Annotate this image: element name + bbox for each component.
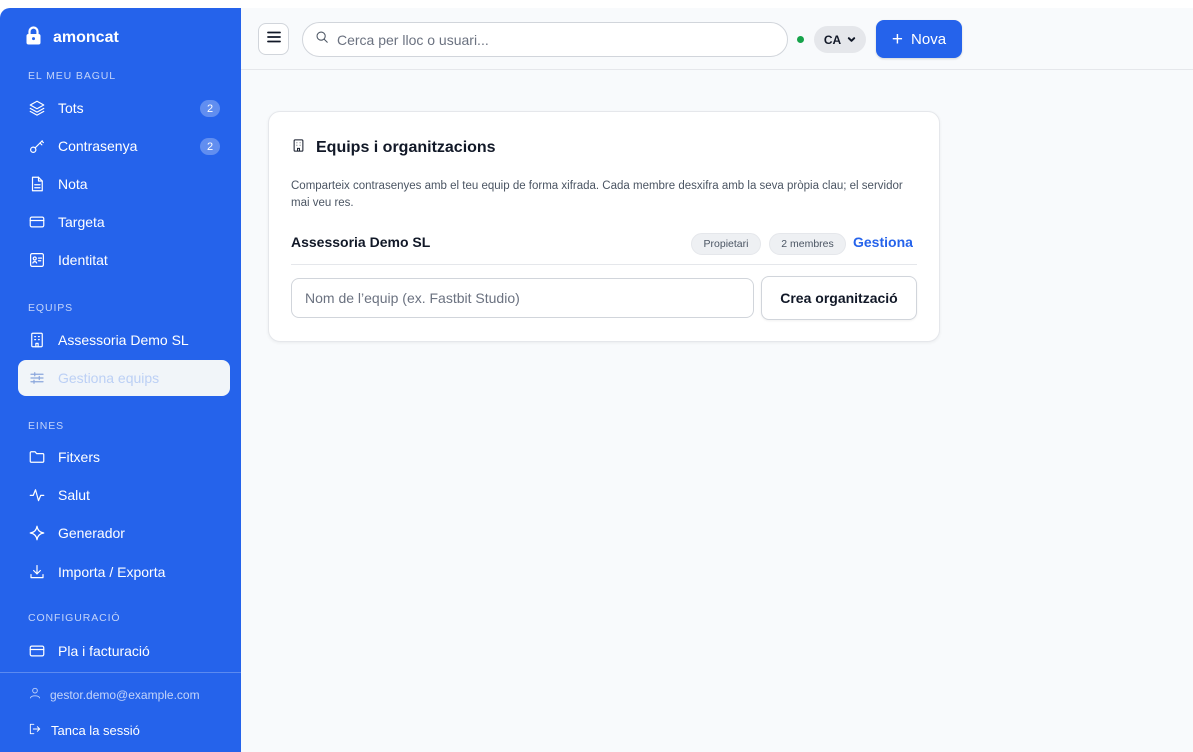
org-row: Assessoria Demo SL Propietari 2 membres …: [291, 230, 917, 265]
card-title: Equips i organitzacions: [291, 138, 496, 158]
sparkle-icon: [28, 524, 46, 542]
language-value: CA: [823, 32, 842, 47]
sidebar-item-identity[interactable]: Identitat: [18, 242, 230, 278]
note-icon: [28, 175, 46, 193]
sidebar-item-label: Targeta: [58, 214, 105, 230]
main-area: CA + Nova Equips i organitzacions Compar…: [241, 8, 1193, 752]
count-badge: 2: [200, 100, 220, 117]
sidebar-item-label: Gestiona equips: [58, 370, 160, 386]
building-icon: [291, 138, 306, 158]
count-badge: 2: [200, 138, 220, 155]
hamburger-icon: [266, 30, 281, 49]
plus-icon: +: [891, 28, 904, 50]
role-badge: Propietari: [691, 233, 761, 255]
manage-org-link[interactable]: Gestiona: [853, 234, 913, 250]
sidebar-item-label: Salut: [58, 487, 90, 503]
menu-toggle-button[interactable]: [258, 23, 289, 55]
org-name: Assessoria Demo SL: [291, 234, 431, 250]
user-email: gestor.demo@example.com: [28, 686, 200, 703]
lock-icon: [26, 26, 41, 50]
section-label-vault: EL MEU BAGUL: [28, 70, 117, 82]
create-organization-button[interactable]: Crea organització: [761, 276, 917, 320]
logout-button[interactable]: Tanca la sessió: [28, 722, 140, 739]
user-email-text: gestor.demo@example.com: [50, 687, 200, 702]
language-select[interactable]: CA: [814, 26, 866, 53]
sidebar-item-label: Assessoria Demo SL: [58, 332, 189, 348]
sidebar-item-label: Generador: [58, 525, 125, 541]
sidebar-divider: [0, 672, 241, 673]
sidebar-item-manage-teams[interactable]: Gestiona equips: [18, 360, 230, 396]
sidebar-item-all[interactable]: Tots 2: [18, 90, 230, 126]
connection-status-dot: [797, 36, 804, 43]
teams-card: Equips i organitzacions Comparteix contr…: [268, 111, 940, 342]
sidebar-item-note[interactable]: Nota: [18, 166, 230, 202]
sidebar-item-label: Pla i facturació: [58, 643, 150, 659]
section-label-teams: EQUIPS: [28, 302, 74, 314]
topbar: CA + Nova: [241, 8, 1193, 70]
members-badge: 2 membres: [769, 233, 846, 255]
search-bar[interactable]: [302, 22, 788, 57]
card-title-text: Equips i organitzacions: [316, 139, 496, 156]
sidebar-item-card[interactable]: Targeta: [18, 204, 230, 240]
search-input[interactable]: [337, 31, 777, 48]
sliders-icon: [28, 369, 46, 387]
new-item-button[interactable]: + Nova: [876, 20, 962, 58]
brand-name: amoncat: [53, 29, 119, 46]
building-icon: [28, 331, 46, 349]
credit-card-icon: [28, 213, 46, 231]
sidebar-item-label: Importa / Exporta: [58, 564, 166, 580]
sidebar-item-health[interactable]: Salut: [18, 477, 230, 513]
brand[interactable]: amoncat: [26, 26, 119, 50]
logout-label: Tanca la sessió: [51, 723, 140, 738]
card-description: Comparteix contrasenyes amb el teu equip…: [291, 180, 903, 209]
sidebar-item-label: Nota: [58, 176, 88, 192]
download-icon: [28, 563, 46, 581]
folder-icon: [28, 448, 46, 466]
new-item-label: Nova: [911, 30, 947, 48]
sidebar-item-label: Tots: [58, 100, 84, 116]
user-icon: [28, 686, 42, 703]
section-label-tools: EINES: [28, 420, 65, 432]
sidebar: amoncat EL MEU BAGUL Tots 2 Contrasenya …: [0, 8, 241, 752]
team-name-input[interactable]: [291, 278, 754, 318]
key-icon: [28, 137, 46, 155]
sidebar-item-billing[interactable]: Pla i facturació: [18, 633, 230, 669]
section-label-config: CONFIGURACIÓ: [28, 612, 121, 624]
sidebar-item-label: Fitxers: [58, 449, 100, 465]
pulse-icon: [28, 486, 46, 504]
sidebar-item-label: Identitat: [58, 252, 108, 268]
sidebar-item-files[interactable]: Fitxers: [18, 439, 230, 475]
chevron-down-icon: [847, 33, 856, 47]
sidebar-item-team-demo[interactable]: Assessoria Demo SL: [18, 322, 230, 358]
sidebar-item-generator[interactable]: Generador: [18, 515, 230, 551]
credit-card-icon: [28, 642, 46, 660]
layers-icon: [28, 99, 46, 117]
sidebar-item-password[interactable]: Contrasenya 2: [18, 128, 230, 164]
logout-icon: [28, 722, 42, 739]
sidebar-item-label: Contrasenya: [58, 138, 138, 154]
sidebar-item-import-export[interactable]: Importa / Exporta: [18, 554, 230, 590]
search-icon: [315, 30, 329, 49]
id-card-icon: [28, 251, 46, 269]
